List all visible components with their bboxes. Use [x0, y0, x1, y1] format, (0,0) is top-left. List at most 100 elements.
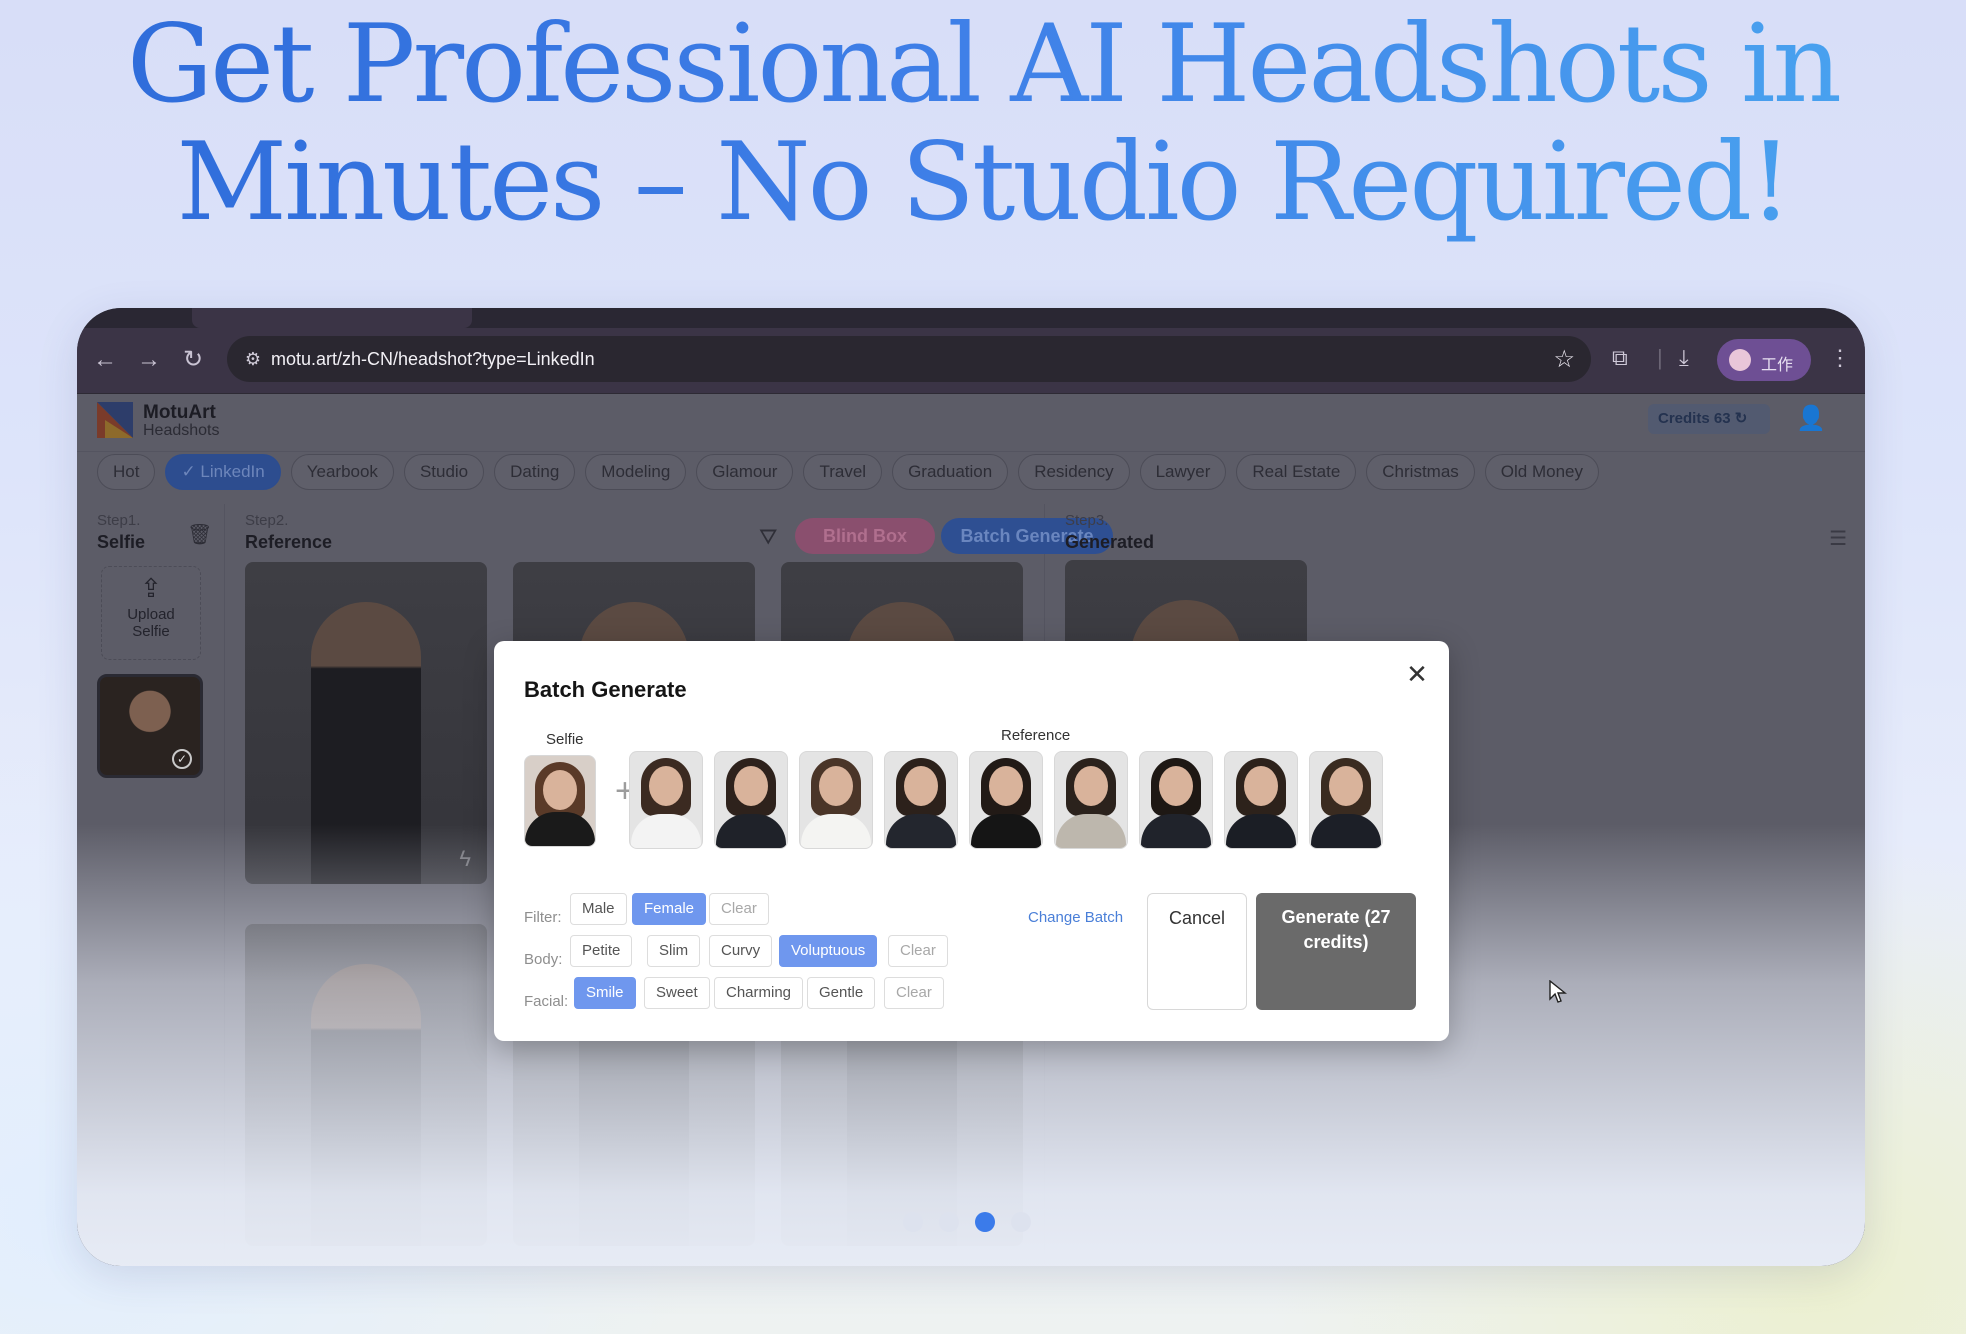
reload-icon[interactable]: ↻ [175, 342, 211, 378]
download-icon[interactable]: ⤓ [1679, 345, 1689, 371]
selfie-label: Selfie [546, 731, 584, 748]
thumbnail-body [1226, 814, 1296, 848]
category-tabs: Hot ✓ LinkedIn Yearbook Studio Dating Modelin… [97, 454, 1599, 490]
headline-line-1: Get Professional AI Headshots in [126, 2, 1840, 127]
thumbnail-body [1056, 814, 1126, 848]
bookmark-star-icon[interactable]: ☆ [1553, 345, 1575, 374]
close-icon[interactable]: ✕ [1402, 659, 1432, 689]
thumbnail-body [971, 814, 1041, 848]
category-tab[interactable]: Christmas [1366, 454, 1475, 490]
upload-icon: ⇪ [140, 573, 162, 603]
carousel-dot[interactable] [1011, 1212, 1031, 1232]
step1-number: Step1. [97, 512, 141, 529]
filter-label: Filter: [524, 909, 562, 926]
address-bar[interactable]: ⚙ motu.art/zh-CN/headshot?type=LinkedIn … [227, 336, 1591, 382]
carousel-dot[interactable] [939, 1212, 959, 1232]
browser-tab-active[interactable] [192, 308, 472, 328]
reference-thumbnail[interactable] [1224, 751, 1298, 849]
profile-chip[interactable]: 工作 [1717, 339, 1811, 381]
reference-label: Reference [1001, 727, 1071, 744]
thumbnail-body [1141, 814, 1211, 848]
menu-icon[interactable]: ⋮ [1829, 345, 1851, 371]
step3-number: Step3. [1065, 512, 1109, 529]
logo-icon [97, 402, 133, 438]
filter-clear-chip[interactable]: Clear [709, 893, 769, 925]
batch-generate-modal: Batch Generate ✕ Selfie + Reference Filt… [494, 641, 1449, 1041]
carousel-dot[interactable] [975, 1212, 995, 1232]
reference-thumbnail[interactable] [969, 751, 1043, 849]
facial-option-chip[interactable]: Smile [574, 977, 636, 1009]
selfie-body [525, 812, 595, 846]
reference-thumbnail[interactable] [1309, 751, 1383, 849]
reference-thumbnail[interactable] [884, 751, 958, 849]
body-option-chip[interactable]: Curvy [709, 935, 773, 967]
carousel-dot[interactable] [903, 1212, 923, 1232]
thumbnail-face [1244, 766, 1278, 806]
thumbnail-face [734, 766, 768, 806]
thumbnail-face [989, 766, 1023, 806]
cancel-button[interactable]: Cancel [1147, 893, 1247, 1010]
filter-option-chip[interactable]: Female [632, 893, 707, 925]
reference-thumbnail[interactable] [799, 751, 873, 849]
browser-toolbar: ← → ↻ ⚙ motu.art/zh-CN/headshot?type=Lin… [77, 328, 1865, 394]
site-settings-icon[interactable]: ⚙ [241, 347, 265, 371]
logo-subtitle: Headshots [143, 422, 220, 439]
category-tab[interactable]: Glamour [696, 454, 794, 490]
category-tab[interactable]: Old Money [1484, 454, 1599, 490]
body-clear-chip[interactable]: Clear [888, 935, 948, 967]
category-tab[interactable]: Studio [403, 454, 485, 490]
category-tab[interactable]: Real Estate [1236, 454, 1357, 490]
thumbnail-face [819, 766, 853, 806]
user-icon[interactable]: 👤 [1796, 404, 1826, 433]
change-batch-link[interactable]: Change Batch [1028, 909, 1123, 926]
category-tab[interactable]: ✓ LinkedIn [165, 454, 281, 490]
trash-icon[interactable]: 🗑 [187, 522, 212, 547]
credits-badge[interactable]: Credits 63 ↻ [1648, 404, 1770, 434]
category-tab[interactable]: Yearbook [290, 454, 394, 490]
reference-thumbnail[interactable] [714, 751, 788, 849]
facial-label: Facial: [524, 993, 569, 1010]
app-header: MotuArt Headshots Credits 63 ↻ 👤 [77, 394, 1865, 452]
upload-selfie-button[interactable]: ⇪ Upload Selfie [101, 566, 201, 660]
facial-clear-chip[interactable]: Clear [884, 977, 944, 1009]
facial-option-chip[interactable]: Sweet [644, 977, 710, 1009]
upload-label-1: Upload [127, 606, 175, 623]
category-tab[interactable]: Graduation [892, 454, 1009, 490]
selfie-thumbnail[interactable]: ✓ [97, 674, 203, 778]
profile-label: 工作 [1761, 357, 1794, 374]
generate-button[interactable]: Generate (27 credits) [1256, 893, 1416, 1010]
facial-option-chip[interactable]: Charming [714, 977, 804, 1009]
category-tab[interactable]: Travel [803, 454, 883, 490]
logo-name: MotuArt [143, 402, 216, 423]
facial-option-chip[interactable]: Gentle [807, 977, 876, 1009]
back-icon[interactable]: ← [87, 342, 123, 378]
hero-headline: Get Professional AI Headshots in Minutes… [0, 6, 1966, 242]
tab-strip [77, 308, 1865, 328]
category-tab[interactable]: Residency [1018, 454, 1130, 490]
thumbnail-body [801, 814, 871, 848]
body-option-chip[interactable]: Petite [570, 935, 633, 967]
selfie-face [543, 770, 577, 810]
reference-thumbnail[interactable] [1054, 751, 1128, 849]
category-tab[interactable]: Modeling [585, 454, 687, 490]
extensions-icon[interactable]: ⧉ [1612, 345, 1628, 371]
category-tab[interactable]: Dating [494, 454, 576, 490]
body-label: Body: [524, 951, 563, 968]
filter-icon[interactable]: ⛛ [759, 524, 777, 550]
filter-option-chip[interactable]: Male [570, 893, 627, 925]
body-option-chip[interactable]: Slim [647, 935, 701, 967]
credits-label: Credits 63 [1658, 410, 1731, 427]
body-option-chip[interactable]: Voluptuous [779, 935, 878, 967]
reference-thumbnail[interactable] [1139, 751, 1213, 849]
url-text[interactable]: motu.art/zh-CN/headshot?type=LinkedIn [271, 349, 595, 370]
reference-thumbnail[interactable] [629, 751, 703, 849]
sliders-icon[interactable]: ☰ [1829, 526, 1847, 551]
category-tab[interactable]: Hot [97, 454, 156, 490]
blind-box-button[interactable]: Blind Box [795, 518, 935, 554]
refresh-icon[interactable]: ↻ [1735, 410, 1748, 427]
avatar [1729, 349, 1751, 371]
upload-label-2: Selfie [132, 623, 170, 640]
forward-icon[interactable]: → [131, 342, 167, 378]
category-tab[interactable]: Lawyer [1139, 454, 1227, 490]
browser-window: ← → ↻ ⚙ motu.art/zh-CN/headshot?type=Lin… [77, 308, 1865, 1266]
